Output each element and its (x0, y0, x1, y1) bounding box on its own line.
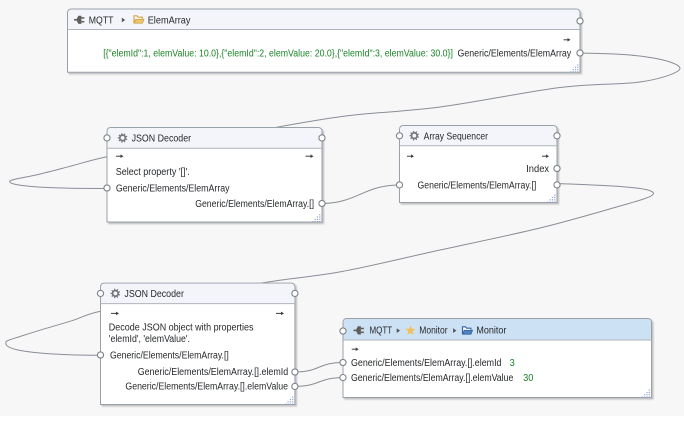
svg-text:Generic/Elements/ElemArray.[].: Generic/Elements/ElemArray.[].elemId (138, 367, 289, 378)
svg-text:Select property '[]'.: Select property '[]'. (116, 167, 190, 178)
svg-text:Array Sequencer: Array Sequencer (424, 131, 489, 142)
svg-text:Generic/Elements/ElemArray.[].: Generic/Elements/ElemArray.[].elemValue (125, 382, 288, 393)
svg-text:MQTT: MQTT (89, 15, 114, 26)
svg-text:MQTT: MQTT (370, 326, 393, 337)
svg-text:Index: Index (526, 164, 549, 175)
svg-text:ElemArray: ElemArray (148, 15, 191, 26)
svg-text:Monitor: Monitor (476, 326, 507, 337)
svg-text:JSON Decoder: JSON Decoder (132, 134, 192, 145)
svg-text:Generic/Elements/ElemArray: Generic/Elements/ElemArray (116, 184, 230, 195)
svg-text:Decode JSON object with prope: Decode JSON object with properties (109, 323, 254, 334)
svg-text:Generic/Elements/ElemArray.[].: Generic/Elements/ElemArray.[].elemValue (351, 373, 514, 384)
svg-text:Generic/Elements/ElemArray.[]: Generic/Elements/ElemArray.[] (195, 199, 314, 210)
svg-text:Generic/Elements/ElemArray: Generic/Elements/ElemArray (458, 49, 572, 60)
svg-text:30: 30 (523, 373, 534, 384)
svg-text:JSON Decoder: JSON Decoder (124, 289, 184, 300)
svg-text:Generic/Elements/ElemArray.[]: Generic/Elements/ElemArray.[] (110, 351, 229, 362)
svg-text:[{"elemId":1, elemValue: 10.0}: [{"elemId":1, elemValue: 10.0},{"elemId"… (103, 49, 453, 60)
svg-text:'elemId', 'elemValue'.: 'elemId', 'elemValue'. (109, 334, 190, 345)
svg-text:Monitor: Monitor (419, 326, 448, 337)
svg-text:Generic/Elements/ElemArray.[]: Generic/Elements/ElemArray.[] (418, 180, 537, 191)
svg-text:Generic/Elements/ElemArray.[].: Generic/Elements/ElemArray.[].elemId (351, 358, 502, 369)
svg-text:3: 3 (510, 358, 516, 369)
